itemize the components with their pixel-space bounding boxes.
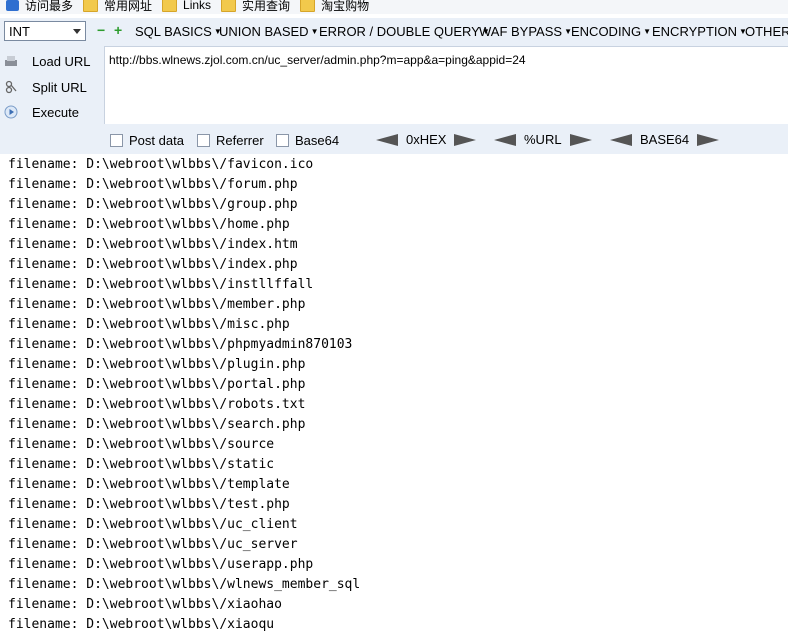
- url-encoder[interactable]: %URL: [494, 132, 592, 147]
- menu-label: SQL BASICS: [135, 24, 212, 39]
- output-line: filename: D:\webroot\wlbbs\/index.php: [8, 257, 298, 272]
- action-panel: Load URL Split URL Execute: [0, 46, 104, 124]
- menu-encoding[interactable]: ENCODING ▼: [571, 24, 651, 39]
- output-line: filename: D:\webroot\wlbbs\/misc.php: [8, 317, 290, 332]
- bookmark-label: 访问最多: [25, 0, 74, 13]
- options-bar: Post data Referrer Base64 0xHEX %URL BAS…: [0, 124, 788, 154]
- output-line: filename: D:\webroot\wlbbs\/member.php: [8, 297, 306, 312]
- referrer-checkbox[interactable]: Referrer: [197, 133, 264, 148]
- output-line: filename: D:\webroot\wlbbs\/wlnews_membe…: [8, 577, 361, 592]
- load-url-button[interactable]: Load URL: [4, 50, 91, 72]
- menu-label: ENCODING: [571, 24, 642, 39]
- menu-other[interactable]: OTHER▼: [745, 24, 788, 39]
- menu-sql-basics[interactable]: SQL BASICS ▼: [135, 24, 222, 39]
- output-line: filename: D:\webroot\wlbbs\/uc_server: [8, 537, 298, 552]
- hex-encoder[interactable]: 0xHEX: [376, 132, 477, 147]
- arrow-right-icon[interactable]: [569, 133, 592, 146]
- decrease-button[interactable]: −: [97, 23, 106, 37]
- site-icon: [6, 0, 19, 11]
- url-textarea[interactable]: http://bbs.wlnews.zjol.com.cn/uc_server/…: [104, 46, 788, 124]
- checkbox-box[interactable]: [110, 134, 123, 147]
- bookmark-links[interactable]: Links: [162, 0, 211, 14]
- output-line: filename: D:\webroot\wlbbs\/xiaoqu: [8, 617, 275, 632]
- output-line: filename: D:\webroot\wlbbs\/instllffall: [8, 277, 314, 292]
- arrow-left-icon[interactable]: [376, 133, 398, 146]
- url-encode-label: %URL: [524, 132, 562, 147]
- output-line: filename: D:\webroot\wlbbs\/plugin.php: [8, 357, 306, 372]
- output-line: filename: D:\webroot\wlbbs\/test.php: [8, 497, 290, 512]
- bookmark-common-sites[interactable]: 常用网址: [83, 0, 152, 14]
- output-line: filename: D:\webroot\wlbbs\/search.php: [8, 417, 306, 432]
- menu-label: ERROR / DOUBLE QUERY: [319, 24, 480, 39]
- bookmark-utility-lookup[interactable]: 实用查询: [221, 0, 290, 14]
- base64-encode-label: BASE64: [640, 132, 690, 147]
- menu-label: WAF BYPASS: [479, 24, 563, 39]
- output-line: filename: D:\webroot\wlbbs\/source: [8, 437, 275, 452]
- caret-down-icon: ▼: [643, 27, 651, 36]
- increase-button[interactable]: +: [114, 23, 123, 37]
- bookmark-label: Links: [183, 0, 212, 12]
- bookmark-taobao[interactable]: 淘宝购物: [300, 0, 369, 14]
- post-data-checkbox[interactable]: Post data: [110, 133, 184, 148]
- load-url-label: Load URL: [32, 53, 91, 69]
- execute-button[interactable]: Execute: [4, 101, 79, 123]
- split-url-button[interactable]: Split URL: [4, 76, 87, 98]
- hackbar-toolbar: INT − + SQL BASICS ▼ UNION BASED ▼ ERROR /…: [0, 18, 788, 46]
- output-line: filename: D:\webroot\wlbbs\/portal.php: [8, 377, 306, 392]
- output-line: filename: D:\webroot\wlbbs\/uc_client: [8, 517, 298, 532]
- output-line: filename: D:\webroot\wlbbs\/xiaohao: [8, 597, 282, 612]
- folder-icon: [300, 0, 316, 12]
- checkbox-box[interactable]: [197, 134, 210, 147]
- base64-checkbox[interactable]: Base64: [276, 133, 339, 148]
- post-data-label: Post data: [129, 133, 184, 148]
- bookmark-label: 常用网址: [104, 0, 153, 13]
- folder-icon: [83, 0, 99, 12]
- page-output: filename: D:\webroot\wlbbs\/favicon.ico f…: [8, 156, 784, 635]
- base64-encoder[interactable]: BASE64: [610, 132, 720, 147]
- menu-union-based[interactable]: UNION BASED ▼: [219, 24, 319, 39]
- caret-down-icon: ▼: [310, 27, 319, 36]
- menu-label: OTHER: [745, 24, 788, 39]
- output-line: filename: D:\webroot\wlbbs\/phpmyadmin87…: [8, 337, 353, 352]
- execute-label: Execute: [32, 104, 79, 120]
- load-url-icon: [5, 56, 17, 66]
- folder-icon: [162, 0, 178, 12]
- base64-label: Base64: [295, 133, 340, 148]
- output-line: filename: D:\webroot\wlbbs\/forum.php: [8, 177, 298, 192]
- menu-encryption[interactable]: ENCRYPTION ▼: [652, 24, 747, 39]
- split-url-icon: [5, 80, 17, 94]
- output-line: filename: D:\webroot\wlbbs\/static: [8, 457, 275, 472]
- arrow-left-icon[interactable]: [610, 133, 632, 146]
- split-url-label: Split URL: [32, 79, 87, 95]
- hex-label: 0xHEX: [406, 132, 447, 147]
- output-line: filename: D:\webroot\wlbbs\/favicon.ico: [8, 157, 314, 172]
- bookmark-label: 淘宝购物: [321, 0, 370, 13]
- type-select[interactable]: INT: [4, 21, 86, 41]
- bookmarks-bar: 访问最多 常用网址 Links 实用查询 淘宝购物: [0, 0, 788, 14]
- arrow-right-icon[interactable]: [697, 133, 720, 146]
- play-icon: [4, 105, 18, 119]
- output-line: filename: D:\webroot\wlbbs\/template: [8, 477, 290, 492]
- output-line: filename: D:\webroot\wlbbs\/index.htm: [8, 237, 298, 252]
- bookmark-most-visited[interactable]: 访问最多: [6, 0, 73, 14]
- checkbox-box[interactable]: [276, 134, 289, 147]
- referrer-label: Referrer: [216, 133, 264, 148]
- output-line: filename: D:\webroot\wlbbs\/home.php: [8, 217, 290, 232]
- menu-error-double-query[interactable]: ERROR / DOUBLE QUERY ▼: [319, 24, 490, 39]
- output-line: filename: D:\webroot\wlbbs\/robots.txt: [8, 397, 306, 412]
- chevron-down-icon: [73, 29, 81, 34]
- url-text: http://bbs.wlnews.zjol.com.cn/uc_server/…: [109, 53, 526, 67]
- menu-waf-bypass[interactable]: WAF BYPASS ▼: [479, 24, 572, 39]
- folder-icon: [221, 0, 237, 12]
- output-line: filename: D:\webroot\wlbbs\/group.php: [8, 197, 298, 212]
- arrow-right-icon[interactable]: [454, 133, 477, 146]
- menu-label: UNION BASED: [219, 24, 309, 39]
- bookmark-label: 实用查询: [242, 0, 291, 13]
- output-line: filename: D:\webroot\wlbbs\/userapp.php: [8, 557, 314, 572]
- type-select-value: INT: [9, 24, 30, 39]
- menu-label: ENCRYPTION: [652, 24, 737, 39]
- arrow-left-icon[interactable]: [494, 133, 516, 146]
